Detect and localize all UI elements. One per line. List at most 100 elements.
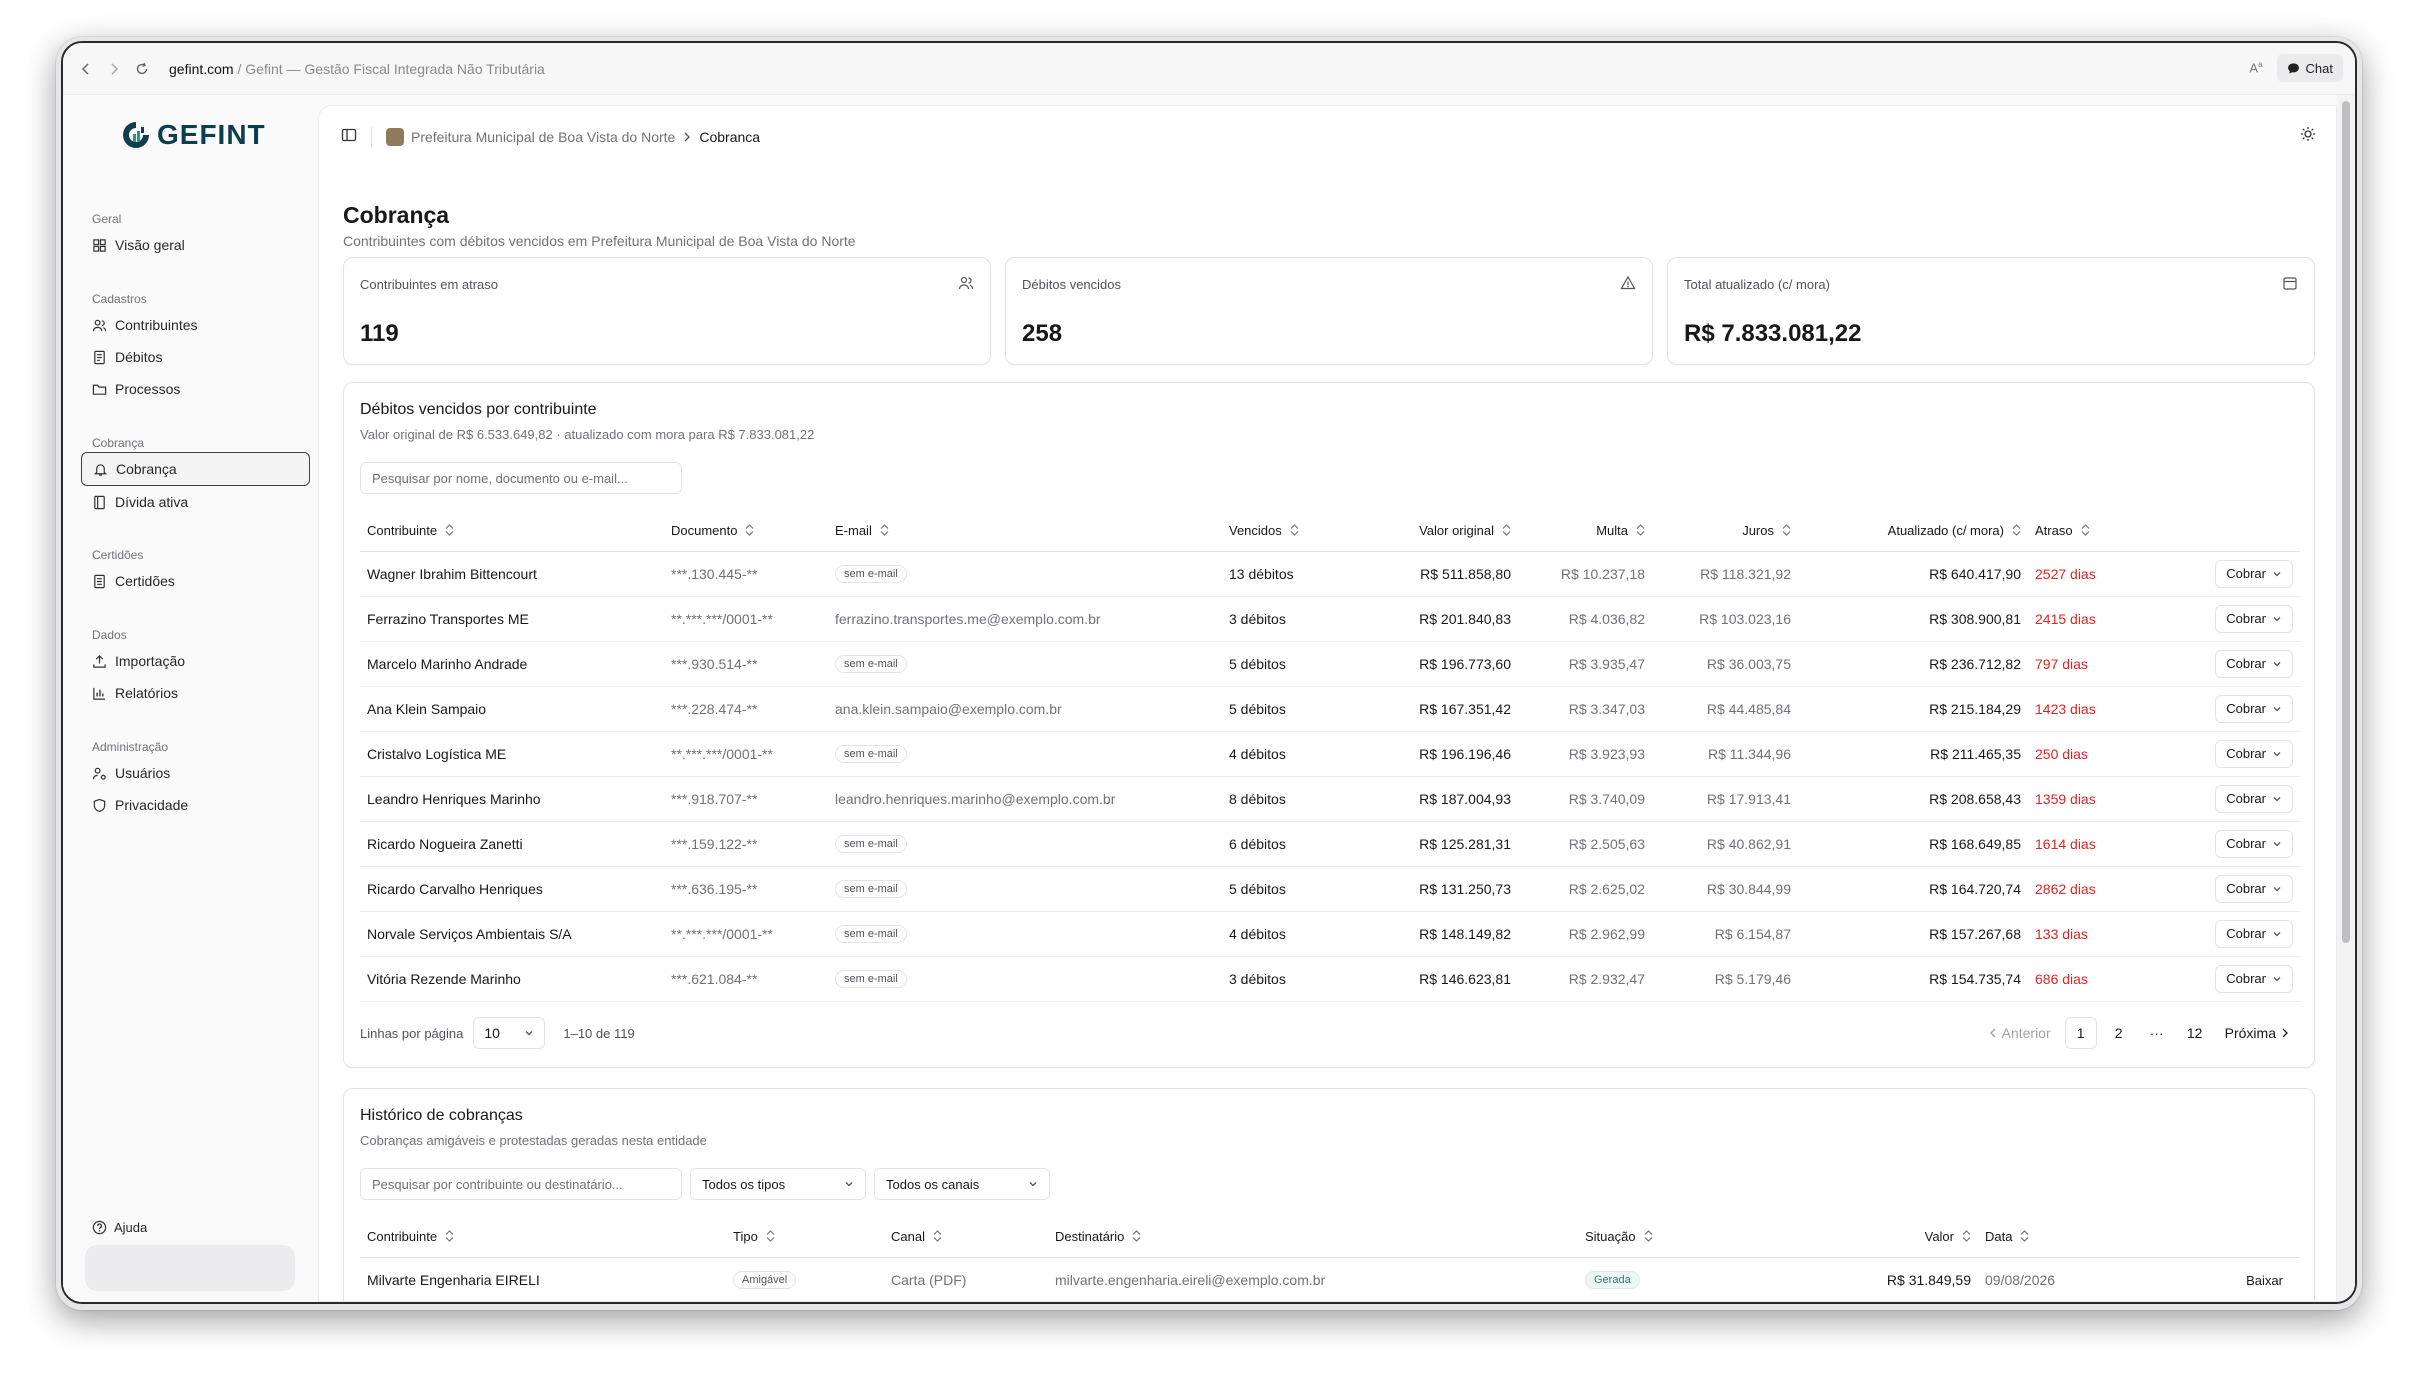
cobrar-button[interactable]: Cobrar [2215,604,2293,633]
breadcrumb-entity[interactable]: Prefeitura Municipal de Boa Vista do Nor… [411,129,675,145]
cell-contribuinte[interactable]: Ricardo Nogueira Zanetti [360,821,664,867]
sidebar-item-importacao[interactable]: Importação [81,644,310,678]
cobrar-button[interactable]: Cobrar [2215,829,2293,858]
baixar-button[interactable]: Baixar [2246,1273,2293,1288]
previous-page-button[interactable]: Anterior [1980,1017,2059,1049]
col-canal[interactable]: Canal [884,1217,1048,1258]
help-link[interactable]: Ajuda [92,1220,147,1235]
cell-contribuinte[interactable]: Norvale Serviços Ambientais S/A [360,911,664,957]
sidebar-item-debitos[interactable]: Débitos [81,340,310,374]
logo[interactable]: GEFINT [121,119,266,151]
address-bar[interactable]: gefint.com / Gefint — Gestão Fiscal Inte… [169,61,545,77]
section-label-cadastros: Cadastros [92,292,147,306]
cell-contribuinte[interactable]: Cristalvo Logística ME [360,731,664,777]
cobrar-button[interactable]: Cobrar [2215,964,2293,993]
col-documento[interactable]: Documento [664,511,828,552]
cell-juros: R$ 44.485,84 [1652,686,1798,732]
cell-documento: ***.228.474-** [664,686,828,732]
cell-contribuinte[interactable]: Ana Klein Sampaio [360,686,664,732]
chevron-right-icon [2282,1028,2288,1038]
col-vencidos[interactable]: Vencidos [1222,511,1360,552]
cell-contribuinte[interactable]: Milvarte Engenharia EIRELI [360,1257,726,1301]
sidebar-item-contribuintes[interactable]: Contribuintes [81,308,310,342]
sidebar-item-certidoes[interactable]: Certidões [81,564,310,598]
rows-per-page-select[interactable]: 10 [473,1017,546,1049]
debts-search-input[interactable] [360,462,682,494]
sidebar-item-usuarios[interactable]: Usuários [81,756,310,790]
col-contribuinte[interactable]: Contribuinte [360,511,664,552]
cell-email: ferrazino.transportes.me@exemplo.com.br [828,596,1222,642]
cobrar-button[interactable]: Cobrar [2215,694,2293,723]
chevron-right-icon [684,132,691,142]
sidebar-item-visao-geral[interactable]: Visão geral [81,228,310,262]
history-search-input[interactable] [360,1168,682,1200]
rows-per-page-label: Linhas por página [360,1025,464,1041]
sun-icon[interactable] [2300,126,2316,147]
channel-filter-select[interactable]: Todos os canais [874,1168,1050,1200]
col-tipo[interactable]: Tipo [726,1217,884,1258]
cell-contribuinte[interactable]: Ferrazino Transportes ME [360,596,664,642]
cobrar-button[interactable]: Cobrar [2215,784,2293,813]
cobrar-button[interactable]: Cobrar [2215,874,2293,903]
chat-button[interactable]: Chat [2276,54,2343,82]
cobrar-button[interactable]: Cobrar [2215,559,2293,588]
cell-contribuinte[interactable]: Leandro Henriques Marinho [360,776,664,822]
sidebar-item-processos[interactable]: Processos [81,372,310,406]
sidebar-toggle-icon[interactable] [341,127,357,148]
back-icon[interactable] [77,60,95,78]
cell-juros: R$ 5.179,46 [1652,956,1798,1002]
cell-atualizado: R$ 154.735,74 [1798,956,2028,1002]
user-menu[interactable] [85,1245,295,1291]
col-atraso[interactable]: Atraso [2028,511,2148,552]
cell-contribuinte[interactable]: Marcelo Marinho Andrade [360,641,664,687]
col-email[interactable]: E-mail [828,511,1222,552]
scrollbar[interactable] [2337,95,2355,1302]
section-label-administracao: Administração [92,740,169,754]
chevron-down-icon [2273,796,2281,801]
logo-text: GEFINT [157,119,266,150]
cell-acao: Cobrar [2148,866,2300,912]
sidebar-item-privacidade[interactable]: Privacidade [81,788,310,822]
col-destinatario[interactable]: Destinatário [1048,1217,1578,1258]
page-button-2[interactable]: 2 [2103,1017,2135,1049]
cobrar-button[interactable]: Cobrar [2215,919,2293,948]
col-data[interactable]: Data [1978,1217,2146,1258]
col-contribuinte[interactable]: Contribuinte [360,1217,726,1258]
cell-multa: R$ 2.505,63 [1518,821,1652,867]
cell-valor-original: R$ 125.281,31 [1360,821,1518,867]
cell-contribuinte[interactable]: Ricardo Carvalho Henriques [360,866,664,912]
col-valor[interactable]: Valor [1764,1217,1978,1258]
cell-multa: R$ 3.347,03 [1518,686,1652,732]
email-text: ferrazino.transportes.me@exemplo.com.br [835,610,1101,627]
type-filter-select[interactable]: Todos os tipos [690,1168,866,1200]
reader-icon[interactable]: Aa [2249,60,2262,75]
cell-vencidos: 4 débitos [1222,731,1360,777]
file-icon [94,574,105,588]
scrollbar-thumb[interactable] [2342,101,2350,943]
cobrar-label: Cobrar [2226,836,2266,851]
cell-documento: **.***.***/0001-** [664,596,828,642]
page-button-12[interactable]: 12 [2179,1017,2211,1049]
col-juros[interactable]: Juros [1652,511,1798,552]
col-situacao[interactable]: Situação [1578,1217,1764,1258]
cell-valor: R$ 31.849,59 [1764,1257,1978,1301]
cell-documento: **.***.***/0001-** [664,911,828,957]
cell-documento: ***.636.195-** [664,866,828,912]
cobrar-button[interactable]: Cobrar [2215,649,2293,678]
forward-icon[interactable] [105,60,123,78]
sidebar-item-divida-ativa[interactable]: Dívida ativa [81,485,310,519]
sidebar-item-cobranca[interactable]: Cobrança [81,452,310,486]
col-multa[interactable]: Multa [1518,511,1652,552]
col-valor-original[interactable]: Valor original [1360,511,1518,552]
next-page-button[interactable]: Próxima [2217,1017,2298,1049]
reload-icon[interactable] [133,60,151,78]
cell-contribuinte[interactable]: Vitória Rezende Marinho [360,956,664,1002]
sidebar-item-label: Cobrança [116,461,177,477]
sidebar-item-relatorios[interactable]: Relatórios [81,676,310,710]
cell-contribuinte[interactable]: Wagner Ibrahim Bittencourt [360,551,664,597]
col-atualizado[interactable]: Atualizado (c/ mora) [1798,511,2028,552]
cell-juros: R$ 118.321,92 [1652,551,1798,597]
page-button-1[interactable]: 1 [2064,1017,2097,1049]
cell-acao: Cobrar [2148,641,2300,687]
cobrar-button[interactable]: Cobrar [2215,739,2293,768]
